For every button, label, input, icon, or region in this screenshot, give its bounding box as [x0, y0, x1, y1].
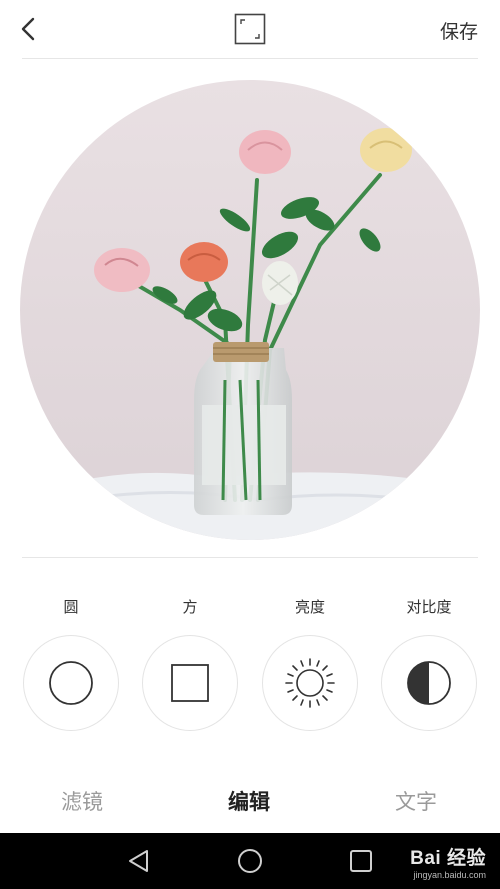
- circle-home-icon: [238, 849, 262, 873]
- watermark-sub: jingyan.baidu.com: [413, 870, 486, 880]
- system-nav-bar: Bai 经验 jingyan.baidu.com: [0, 833, 500, 889]
- chevron-left-icon: [21, 17, 35, 41]
- tab-filters[interactable]: 滤镜: [61, 786, 103, 816]
- tool-square-crop[interactable]: 方: [140, 596, 240, 731]
- brightness-icon: [285, 658, 335, 708]
- crop-button[interactable]: [234, 13, 266, 45]
- square-recents-icon: [350, 850, 372, 872]
- tool-button[interactable]: [381, 635, 477, 731]
- tool-brightness[interactable]: 亮度: [260, 596, 360, 731]
- baidu-watermark: Bai 经验 jingyan.baidu.com: [410, 843, 486, 880]
- tool-button[interactable]: [142, 635, 238, 731]
- bottom-tabs: 滤镜 编辑 文字: [0, 786, 500, 826]
- tool-button[interactable]: [23, 635, 119, 731]
- edit-tools: 圆 方 亮度 对比度: [0, 596, 500, 746]
- tool-contrast[interactable]: 对比度: [379, 596, 479, 731]
- flower-vase-image: [20, 80, 480, 540]
- top-bar: 保存: [0, 0, 500, 58]
- nav-back-button[interactable]: [125, 847, 153, 875]
- circle-icon: [49, 661, 93, 705]
- nav-recents-button[interactable]: [347, 847, 375, 875]
- save-button[interactable]: 保存: [440, 17, 478, 44]
- tool-label: 圆: [63, 598, 79, 616]
- crop-frame-icon: [234, 13, 266, 45]
- preview-divider: [22, 557, 478, 558]
- tool-button[interactable]: [262, 635, 358, 731]
- triangle-back-icon: [129, 850, 148, 872]
- tool-label: 亮度: [294, 598, 325, 616]
- nav-home-button[interactable]: [236, 847, 264, 875]
- photo-preview: [20, 80, 480, 540]
- tool-label: 对比度: [406, 598, 452, 616]
- header-divider: [22, 58, 478, 59]
- square-icon: [171, 664, 209, 702]
- contrast-icon: [407, 661, 451, 705]
- back-button[interactable]: [14, 14, 44, 44]
- tool-circle-crop[interactable]: 圆: [21, 596, 121, 731]
- tab-text[interactable]: 文字: [395, 786, 437, 816]
- tab-edit[interactable]: 编辑: [228, 786, 270, 816]
- watermark-main: Bai 经验: [410, 848, 486, 869]
- tool-label: 方: [182, 598, 198, 616]
